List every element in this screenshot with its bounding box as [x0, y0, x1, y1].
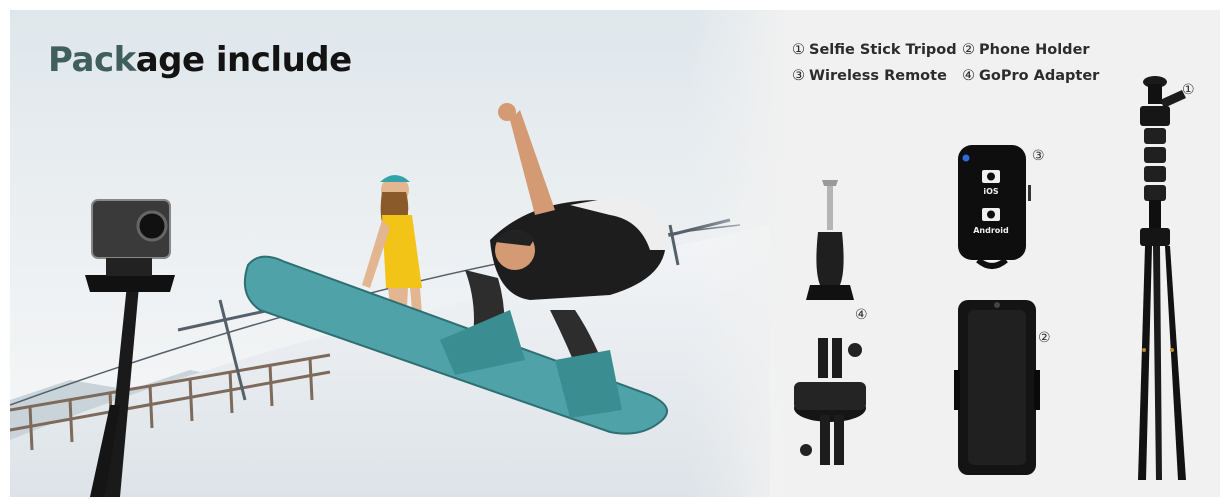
legend-num: ④	[962, 68, 975, 84]
page-title: Package include	[48, 40, 352, 80]
callout-adapter: ④	[855, 307, 868, 323]
remote-android-label: Android	[973, 226, 1009, 235]
callout-holder: ②	[1038, 330, 1051, 346]
title-rest: age include	[135, 40, 352, 80]
wireless-remote: iOS Android	[958, 145, 1031, 269]
legend-num: ②	[962, 42, 975, 58]
snowboard-scene	[10, 10, 790, 497]
legend-num: ①	[792, 42, 805, 58]
selfie-stick-tripod	[1138, 76, 1186, 480]
legend-label: Wireless Remote	[809, 68, 947, 84]
legend-label: Phone Holder	[979, 42, 1090, 58]
callout-tripod: ①	[1182, 82, 1195, 98]
package-legend: ① Selfie Stick Tripod ② Phone Holder ③ Wire…	[792, 42, 1122, 84]
phone-holder	[954, 300, 1040, 475]
legend-item-tripod: ① Selfie Stick Tripod	[792, 42, 962, 58]
legend-num: ③	[792, 68, 805, 84]
gopro-adapter-mount	[794, 338, 866, 465]
legend-item-adapter: ④ GoPro Adapter	[962, 68, 1122, 84]
legend-label: GoPro Adapter	[979, 68, 1100, 84]
callout-remote: ③	[1032, 148, 1045, 164]
package-banner: Package include ① Selfie Stick Tripod ② Ph…	[10, 10, 1220, 497]
remote-ios-label: iOS	[983, 187, 999, 196]
legend-item-holder: ② Phone Holder	[962, 42, 1122, 58]
legend-label: Selfie Stick Tripod	[809, 42, 957, 58]
legend-item-remote: ③ Wireless Remote	[792, 68, 962, 84]
gopro-adapter-screw	[806, 180, 854, 300]
title-accent: Pack	[48, 40, 136, 80]
